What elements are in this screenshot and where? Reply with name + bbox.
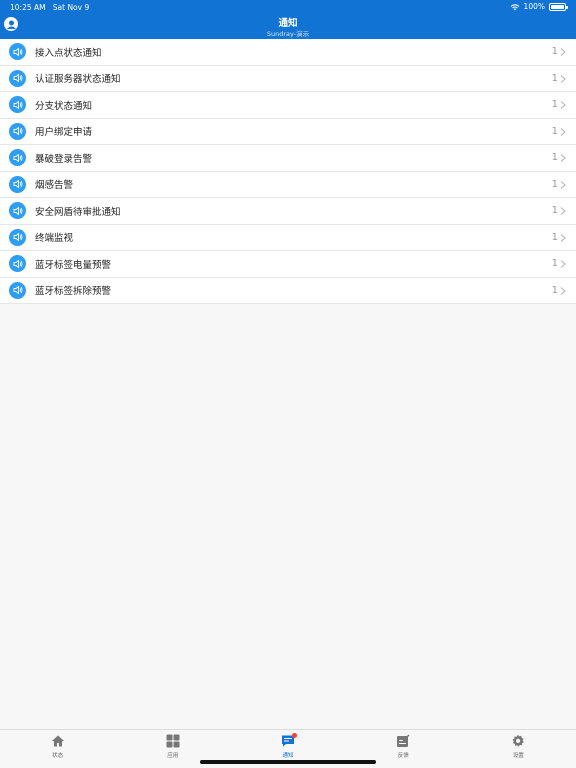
speaker-icon	[9, 175, 26, 193]
list-item-label: 蓝牙标签拆除预警	[35, 286, 112, 298]
tab-label: 应用	[167, 753, 179, 759]
feedback-icon	[397, 734, 410, 747]
list-item-label: 认证服务器状态通知	[35, 74, 121, 86]
page-subtitle: Sundray-演示	[266, 30, 310, 38]
notification-list: 接入点状态通知 1 认证服务器状态通知 1 分支状态通知 1 用户绑定申请 1 …	[0, 39, 576, 304]
list-item[interactable]: 蓝牙标签拆除预警 1	[0, 278, 576, 304]
speaker-icon	[9, 96, 26, 114]
chevron-right-icon	[560, 127, 566, 136]
list-item-label: 终端监视	[35, 233, 74, 245]
list-item[interactable]: 暴破登录告警 1	[0, 145, 576, 172]
list-item[interactable]: 安全网盾待审批通知 1	[0, 198, 576, 225]
home-icon	[51, 735, 64, 747]
chevron-right-icon	[560, 207, 566, 215]
status-bar: 10:25 AM Sat Nov 9 100%	[0, 0, 576, 14]
chevron-right-icon	[560, 180, 566, 189]
page-title: 通知	[278, 18, 298, 29]
tab-label: 反馈	[397, 753, 409, 759]
list-item[interactable]: 蓝牙标签电量预警 1	[0, 251, 576, 278]
list-item-label: 分支状态通知	[35, 100, 93, 112]
tab-label: 状态	[52, 753, 64, 759]
battery-icon	[549, 2, 568, 11]
chevron-right-icon	[560, 74, 566, 83]
gear-icon	[512, 734, 525, 747]
list-item[interactable]: 用户绑定申请 1	[0, 119, 576, 145]
list-item-label: 用户绑定申请	[35, 127, 93, 139]
tab-status[interactable]: 状态	[0, 730, 115, 768]
battery-percent: 100%	[523, 2, 545, 11]
speaker-icon	[9, 149, 26, 167]
list-item[interactable]: 接入点状态通知 1	[0, 39, 576, 66]
chevron-right-icon	[560, 286, 566, 295]
chevron-right-icon	[560, 154, 566, 162]
status-right: 100%	[510, 2, 568, 11]
list-item-label: 安全网盾待审批通知	[35, 206, 121, 218]
chevron-right-icon	[560, 101, 566, 109]
header: 10:25 AM Sat Nov 9 100% 通知 Sundray-演示	[0, 0, 576, 39]
speaker-icon	[9, 43, 26, 61]
speaker-icon	[9, 202, 26, 220]
list-item[interactable]: 烟感告警 1	[0, 172, 576, 198]
list-item-label: 蓝牙标签电量预警	[35, 259, 112, 271]
speaker-icon	[9, 228, 26, 246]
tab-settings[interactable]: 设置	[461, 730, 576, 768]
home-indicator	[200, 760, 376, 764]
speaker-icon	[9, 255, 26, 273]
list-item-label: 暴破登录告警	[35, 153, 93, 165]
chevron-right-icon	[560, 260, 566, 268]
speaker-icon	[9, 122, 26, 140]
speaker-icon	[9, 69, 26, 87]
list-item-label: 接入点状态通知	[35, 47, 102, 59]
grid-icon	[166, 734, 180, 748]
speaker-icon	[9, 281, 26, 299]
status-time: 10:25 AM Sat Nov 9	[10, 3, 90, 12]
list-item[interactable]: 终端监视 1	[0, 225, 576, 251]
wifi-icon	[510, 3, 519, 10]
tab-label: 设置	[512, 753, 524, 759]
list-item[interactable]: 认证服务器状态通知 1	[0, 66, 576, 92]
status-date: Sat Nov 9	[52, 3, 90, 12]
tab-label: 通知	[282, 753, 294, 759]
list-item[interactable]: 分支状态通知 1	[0, 92, 576, 119]
chevron-right-icon	[560, 233, 566, 242]
chevron-right-icon	[560, 48, 566, 56]
list-item-label: 烟感告警	[35, 180, 74, 192]
notification-badge	[292, 733, 297, 738]
